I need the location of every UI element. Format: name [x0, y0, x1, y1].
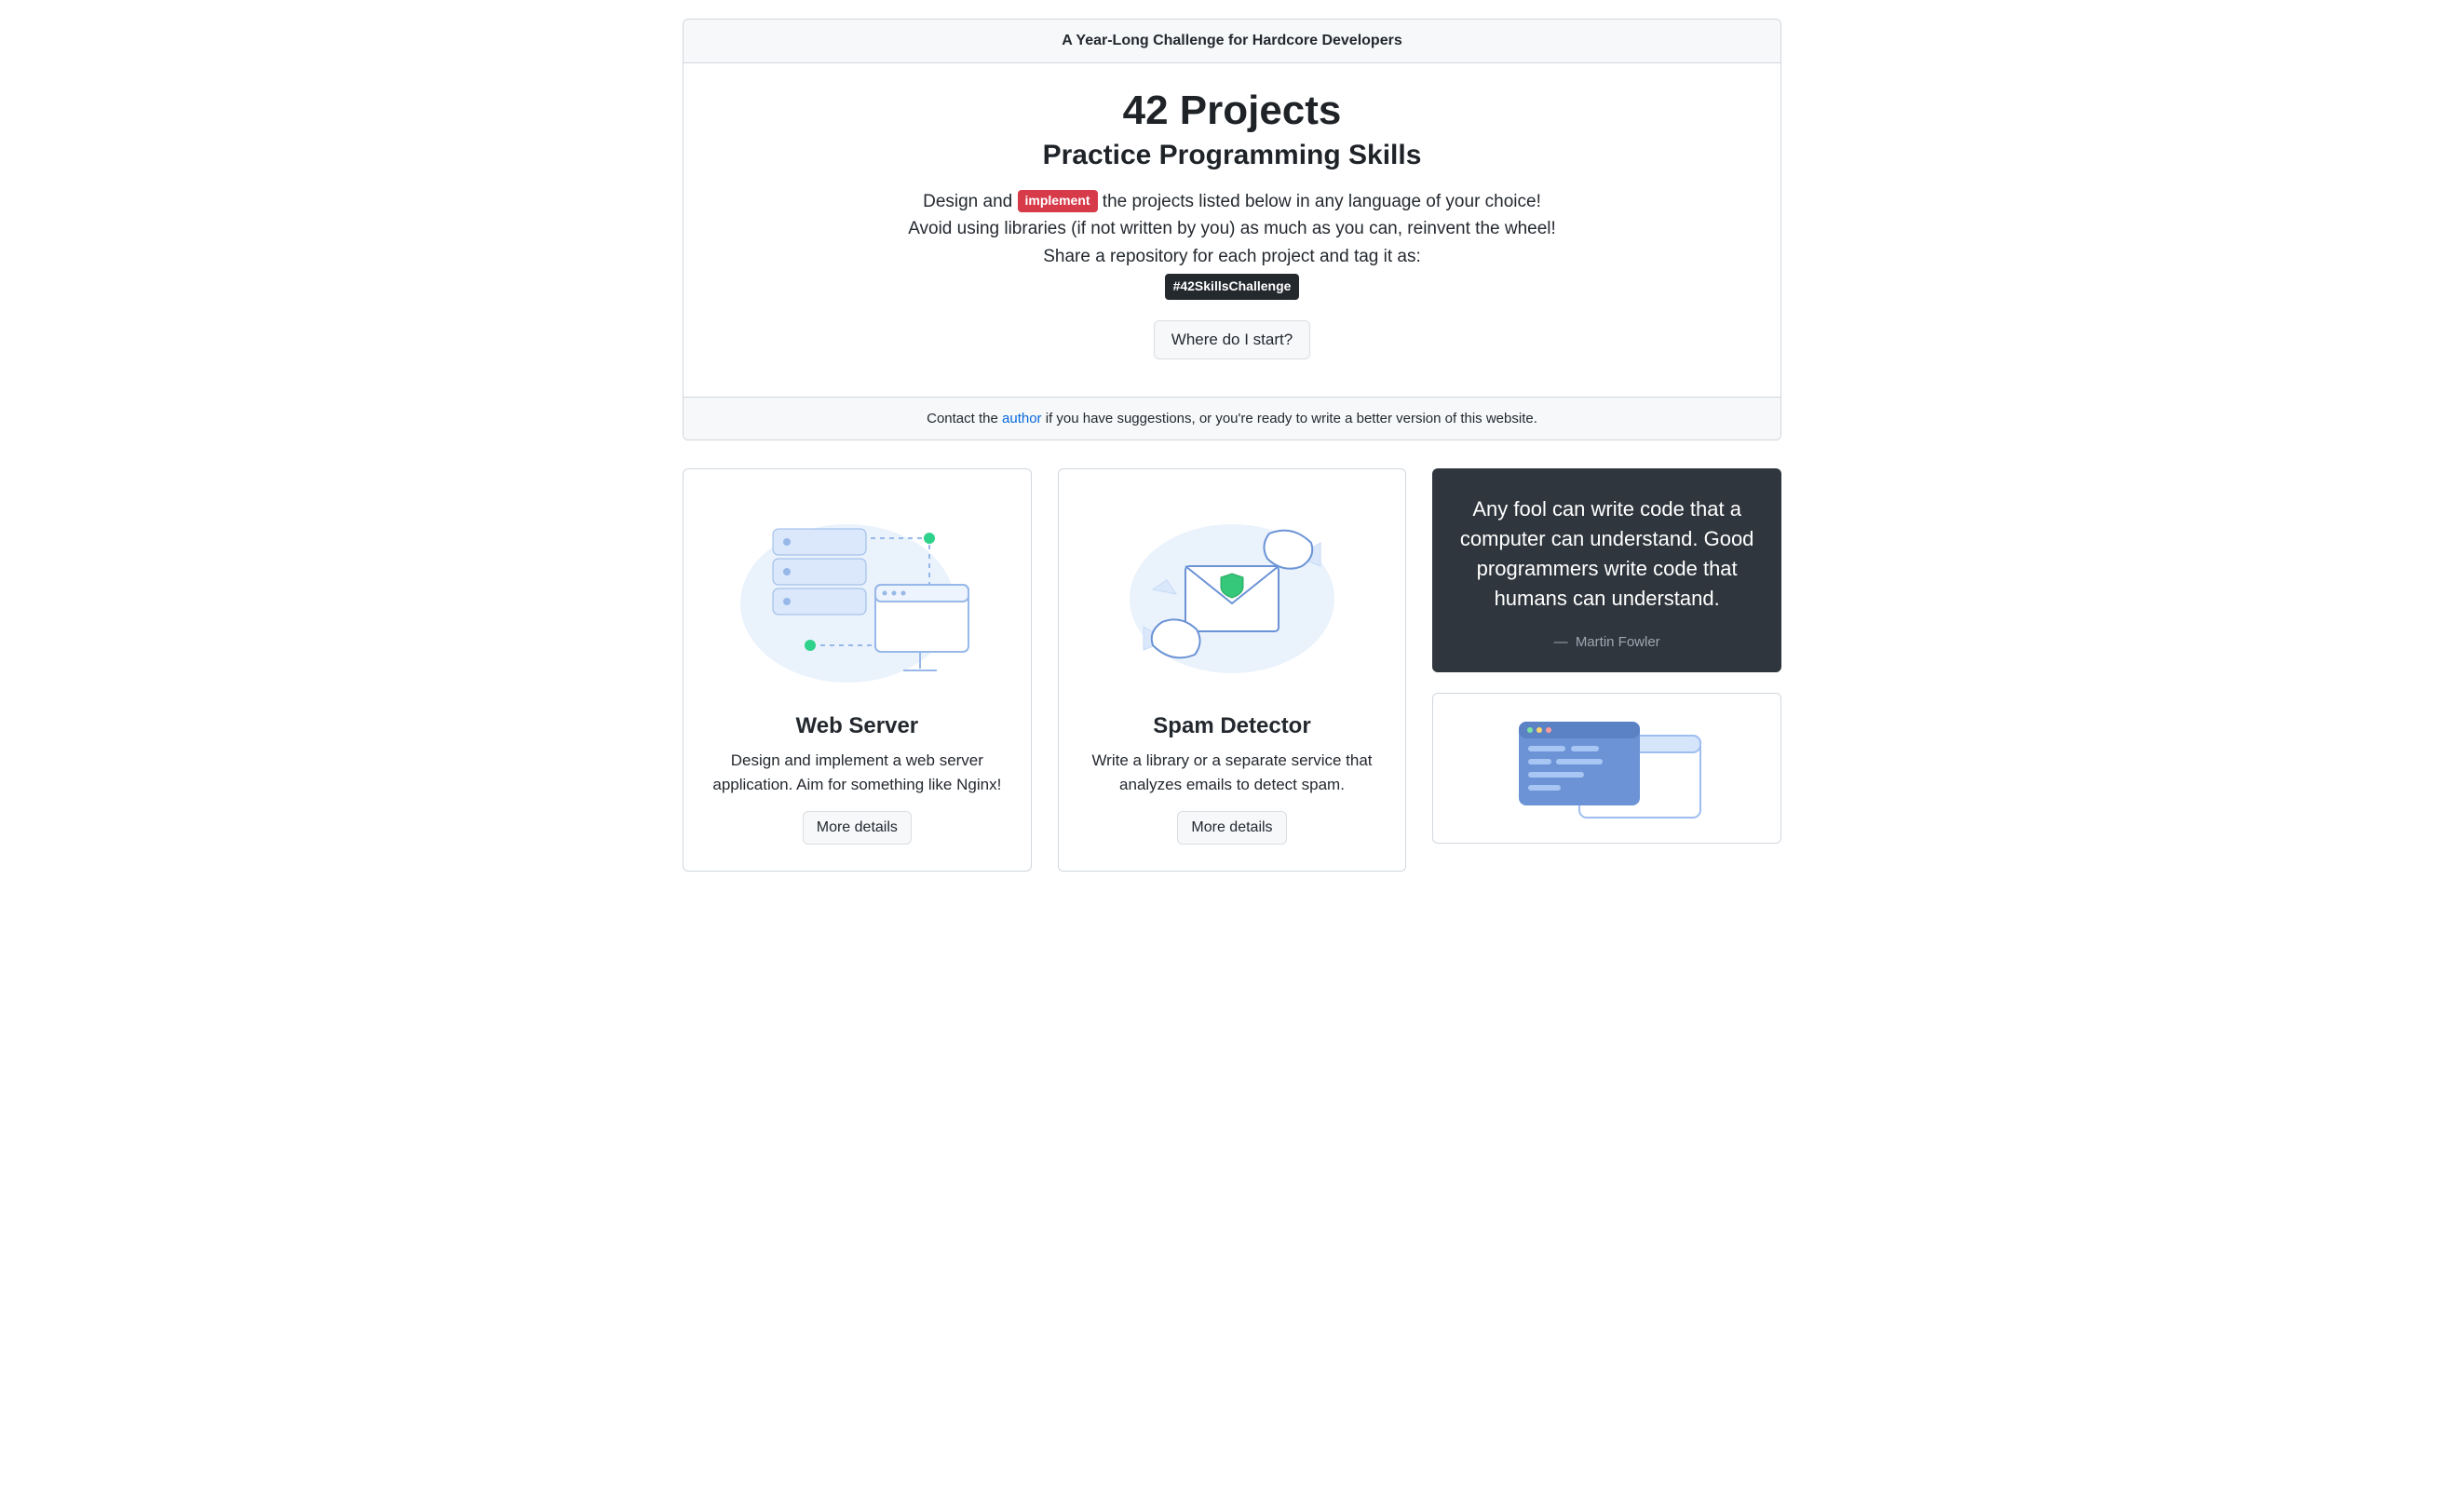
project-card-spam-detector: Spam Detector Write a library or a separ…: [1058, 468, 1407, 872]
web-server-illustration: [706, 492, 1009, 697]
project-title: Web Server: [706, 713, 1009, 739]
lead-text: Design and implement the projects listed…: [850, 188, 1614, 300]
quote-author: Martin Fowler: [1456, 634, 1757, 650]
footer-pre: Contact the: [927, 411, 1002, 426]
sidebar-column: Any fool can write code that a computer …: [1432, 468, 1781, 872]
lead-line2: Avoid using libraries (if not written by…: [850, 215, 1614, 242]
implement-label: implement: [1018, 190, 1098, 212]
project-title: Spam Detector: [1081, 713, 1384, 739]
secondary-illustration-card: [1432, 693, 1781, 844]
hero: 42 Projects Practice Programming Skills …: [684, 63, 1780, 397]
more-details-button[interactable]: More details: [803, 811, 912, 845]
page-title: 42 Projects: [706, 88, 1758, 134]
author-link[interactable]: author: [1002, 411, 1042, 426]
quote-text: Any fool can write code that a computer …: [1456, 494, 1757, 614]
more-details-button[interactable]: More details: [1177, 811, 1286, 845]
where-start-button[interactable]: Where do I start?: [1154, 320, 1310, 359]
spam-detector-illustration: [1081, 492, 1384, 697]
hashtag-label: #42SkillsChallenge: [1165, 274, 1300, 300]
content-grid: Web Server Design and implement a web se…: [683, 468, 1781, 872]
page-subtitle: Practice Programming Skills: [706, 140, 1758, 171]
project-desc: Write a library or a separate service th…: [1081, 749, 1384, 796]
project-card-web-server: Web Server Design and implement a web se…: [683, 468, 1032, 872]
lead-line1a: Design and: [923, 192, 1017, 211]
server-monitor-icon: [736, 501, 978, 687]
panel-footer: Contact the author if you have suggestio…: [684, 397, 1780, 440]
mail-shield-icon: [1111, 501, 1353, 687]
footer-post: if you have suggestions, or you're ready…: [1042, 411, 1537, 426]
project-desc: Design and implement a web server applic…: [706, 749, 1009, 796]
lead-line3: Share a repository for each project and …: [850, 243, 1614, 270]
code-windows-icon: [1491, 712, 1724, 824]
panel-tagline: A Year-Long Challenge for Hardcore Devel…: [684, 20, 1780, 63]
lead-line1b: the projects listed below in any languag…: [1098, 192, 1541, 211]
intro-panel: A Year-Long Challenge for Hardcore Devel…: [683, 19, 1781, 440]
quote-card: Any fool can write code that a computer …: [1432, 468, 1781, 672]
